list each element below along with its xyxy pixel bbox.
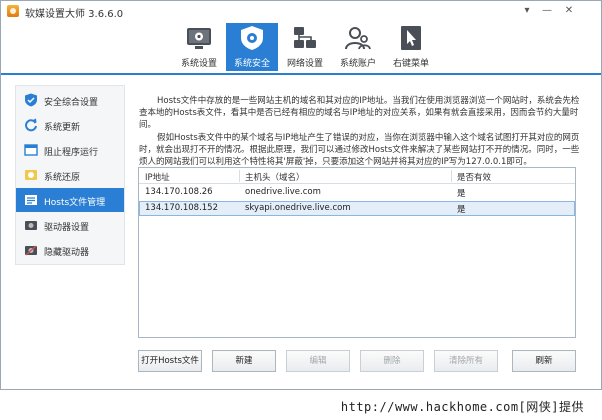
refresh-button[interactable]: 刷新 — [512, 350, 576, 372]
cursor-icon — [401, 26, 421, 50]
sidebar-item-block-programs[interactable]: 阻止程序运行 — [16, 138, 124, 162]
watermark-text: http://www.hackhome.com[网侠]提供 — [340, 400, 584, 414]
cell-ip: 134.170.108.152 — [145, 203, 219, 213]
network-icon — [294, 27, 316, 48]
sidebar-item-drive-settings[interactable]: 驱动器设置 — [16, 213, 124, 237]
clear-all-button[interactable]: 清除所有 — [434, 350, 498, 372]
column-header-ip[interactable]: IP地址 — [145, 171, 170, 183]
delete-button[interactable]: 删除 — [360, 350, 424, 372]
sidebar-item-security-overview[interactable]: 安全综合设置 — [16, 88, 124, 112]
main-toolbar: 系统设置 系统安全 网络设置 系统账户 右键菜单 — [1, 21, 601, 73]
table-row[interactable]: 134.170.108.26 onedrive.live.com 是 — [139, 185, 575, 200]
tab-context-menu[interactable]: 右键菜单 — [385, 23, 437, 71]
window-title: 软媒设置大师 3.6.6.0 — [25, 9, 124, 20]
tab-label: 系统设置 — [180, 59, 217, 69]
description-line: 时，就会出现打不开的情况。根据此原理，我们可以通过修改Hosts文件来解决了某些… — [139, 145, 580, 155]
toolbar-divider — [1, 73, 601, 75]
sidebar: 安全综合设置 系统更新 阻止程序运行 系统还原 Hosts文件管理 驱动器设置 … — [15, 85, 125, 265]
sidebar-item-label: 安全综合设置 — [44, 98, 99, 108]
window-block-icon — [24, 144, 38, 156]
open-hosts-file-button[interactable]: 打开Hosts文件 — [138, 350, 202, 372]
tab-network-settings[interactable]: 网络设置 — [279, 23, 331, 71]
hosts-table[interactable]: IP地址 主机头（域名） 是否有效 134.170.108.26 onedriv… — [138, 167, 576, 338]
description-line: 查本地的Hosts表文件，看其中是否已经有相应的域名与IP地址的对应关系，如果有… — [139, 108, 579, 118]
sidebar-item-label: 系统还原 — [44, 173, 81, 183]
drive-icon — [25, 221, 37, 230]
sidebar-item-label: 系统更新 — [44, 123, 81, 133]
description-line: 假如Hosts表文件中的某个域名与IP地址产生了错误的对应，当你在浏览器中输入这… — [157, 133, 580, 143]
sidebar-item-label: 隐藏驱动器 — [44, 248, 90, 258]
shield-check-icon — [25, 93, 37, 107]
cell-valid: 是 — [457, 189, 466, 199]
tab-system-accounts[interactable]: 系统账户 — [332, 23, 384, 71]
description-line: Hosts文件中存放的是一些网站主机的域名和其对应的IP地址。当我们在使用浏览器… — [157, 96, 580, 106]
new-button[interactable]: 新建 — [212, 350, 276, 372]
cell-ip: 134.170.108.26 — [145, 187, 213, 197]
minimize-button[interactable]: — — [539, 4, 555, 17]
cell-valid: 是 — [457, 205, 466, 215]
tab-label: 系统账户 — [339, 59, 376, 69]
hidden-drive-icon — [25, 245, 37, 256]
sidebar-item-label: Hosts文件管理 — [44, 198, 106, 208]
description-line: 间。 — [139, 120, 157, 130]
menu-dropdown-button[interactable]: ▾ — [519, 4, 535, 17]
sidebar-item-system-update[interactable]: 系统更新 — [16, 113, 124, 137]
column-header-valid[interactable]: 是否有效 — [457, 171, 491, 183]
table-header: IP地址 主机头（域名） 是否有效 — [139, 168, 575, 184]
hosts-file-icon — [25, 195, 37, 205]
title-bar: 软媒设置大师 3.6.6.0 ▾ — ✕ — [1, 1, 601, 21]
restore-icon — [25, 170, 37, 180]
cell-host: skyapi.onedrive.live.com — [245, 203, 351, 213]
column-header-host[interactable]: 主机头（域名） — [245, 171, 305, 183]
column-divider — [451, 170, 452, 182]
tab-system-settings[interactable]: 系统设置 — [173, 23, 225, 71]
sidebar-item-label: 阻止程序运行 — [44, 148, 99, 158]
column-divider — [239, 170, 240, 182]
close-button[interactable]: ✕ — [559, 4, 579, 17]
watermark-bar: http://www.hackhome.com[网侠]提供 — [0, 392, 602, 420]
app-logo-icon — [7, 5, 19, 17]
refresh-icon — [25, 118, 37, 132]
cell-host: onedrive.live.com — [245, 187, 321, 197]
tab-label: 右键菜单 — [392, 59, 429, 69]
sidebar-item-system-restore[interactable]: 系统还原 — [16, 163, 124, 187]
sidebar-item-label: 驱动器设置 — [44, 223, 90, 233]
edit-button[interactable]: 编辑 — [286, 350, 350, 372]
tab-label: 系统安全 — [233, 59, 270, 69]
table-row-selected[interactable]: 134.170.108.152 skyapi.onedrive.live.com… — [139, 201, 575, 216]
system-settings-icon — [187, 28, 211, 49]
sidebar-item-hide-drives[interactable]: 隐藏驱动器 — [16, 238, 124, 262]
tab-label: 网络设置 — [286, 59, 323, 69]
sidebar-item-hosts-manager[interactable]: Hosts文件管理 — [16, 188, 124, 212]
shield-gear-icon — [241, 26, 263, 50]
users-icon — [345, 27, 371, 50]
tab-system-security[interactable]: 系统安全 — [226, 23, 278, 71]
app-window: 软媒设置大师 3.6.6.0 ▾ — ✕ 系统设置 系统安全 网络设置 系统账户… — [0, 0, 602, 390]
